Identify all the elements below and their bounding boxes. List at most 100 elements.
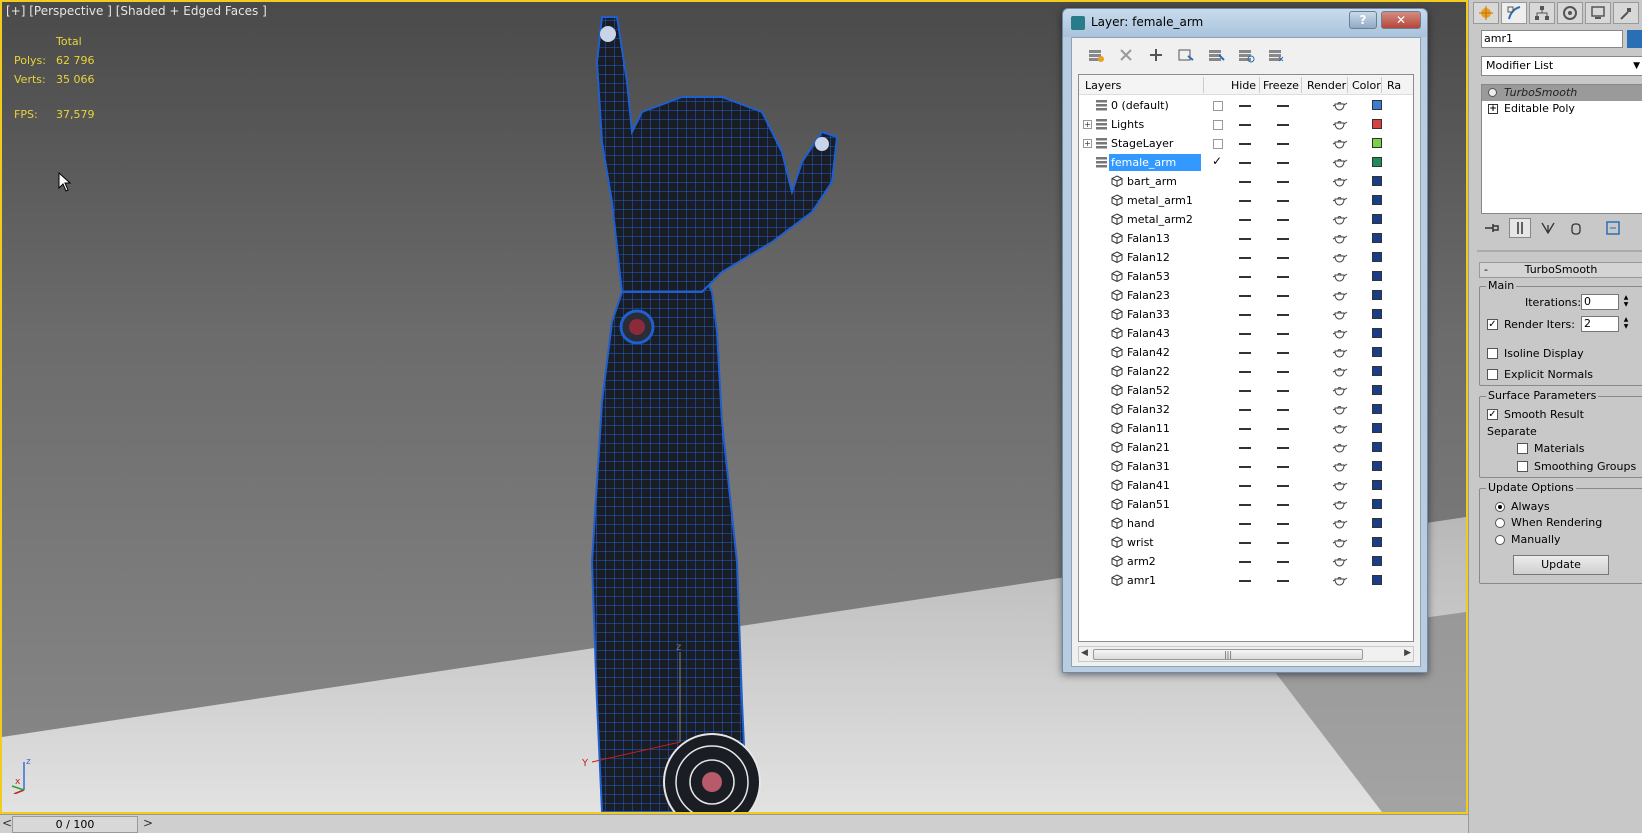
col-render[interactable]: Render <box>1307 79 1346 92</box>
render-teapot-icon[interactable] <box>1332 517 1348 529</box>
render-teapot-icon[interactable] <box>1332 441 1348 453</box>
object-color-swatch[interactable] <box>1627 30 1642 48</box>
object-row[interactable]: Falan43 <box>1079 324 1413 343</box>
object-row[interactable]: Falan31 <box>1079 457 1413 476</box>
dialog-titlebar[interactable]: Layer: female_arm ? ✕ <box>1063 9 1427 37</box>
create-layer-icon[interactable] <box>1084 44 1108 66</box>
add-to-layer-icon[interactable] <box>1144 44 1168 66</box>
hide-toggle-icon[interactable] <box>1239 238 1251 240</box>
light-bulb-icon[interactable] <box>1488 88 1497 97</box>
render-teapot-icon[interactable] <box>1332 156 1348 168</box>
layer-color-swatch[interactable] <box>1372 119 1382 129</box>
render-teapot-icon[interactable] <box>1332 384 1348 396</box>
hide-toggle-icon[interactable] <box>1239 200 1251 202</box>
make-unique-icon[interactable] <box>1537 218 1559 238</box>
update-button[interactable]: Update <box>1513 555 1609 575</box>
row-name[interactable]: Falan32 <box>1125 401 1201 418</box>
expand-plus-icon[interactable]: + <box>1083 139 1092 148</box>
col-layers[interactable]: Layers <box>1085 79 1121 92</box>
render-teapot-icon[interactable] <box>1332 213 1348 225</box>
freeze-toggle-icon[interactable] <box>1277 542 1289 544</box>
iterations-spinner-field[interactable]: 0 <box>1581 294 1619 310</box>
iterations-spinner-arrows[interactable]: ▲ ▼ <box>1621 294 1631 310</box>
utilities-tab-icon[interactable] <box>1613 2 1639 24</box>
hide-toggle-icon[interactable] <box>1239 447 1251 449</box>
freeze-unfreeze-all-icon[interactable] <box>1264 44 1288 66</box>
freeze-toggle-icon[interactable] <box>1277 257 1289 259</box>
row-name[interactable]: metal_arm2 <box>1125 211 1201 228</box>
freeze-toggle-icon[interactable] <box>1277 390 1289 392</box>
col-hide[interactable]: Hide <box>1231 79 1256 92</box>
render-iters-spinner-field[interactable]: 2 <box>1581 316 1619 332</box>
modifier-stack[interactable]: TurboSmooth + Editable Poly <box>1481 84 1642 214</box>
freeze-toggle-icon[interactable] <box>1277 124 1289 126</box>
show-end-result-icon[interactable] <box>1509 218 1531 238</box>
freeze-toggle-icon[interactable] <box>1277 314 1289 316</box>
stack-item-editable-poly[interactable]: + Editable Poly <box>1482 101 1642 117</box>
hide-toggle-icon[interactable] <box>1239 181 1251 183</box>
col-color[interactable]: Color <box>1352 79 1381 92</box>
row-name[interactable]: Falan12 <box>1125 249 1201 266</box>
configure-modifier-sets-icon[interactable] <box>1603 218 1625 238</box>
delete-layer-icon[interactable] <box>1114 44 1138 66</box>
expand-plus-icon[interactable]: + <box>1083 120 1092 129</box>
layer-row[interactable]: + StageLayer <box>1079 134 1413 153</box>
object-row[interactable]: metal_arm2 <box>1079 210 1413 229</box>
explicit-normals-checkbox[interactable]: Explicit Normals <box>1487 368 1593 381</box>
row-name[interactable]: StageLayer <box>1109 135 1201 152</box>
row-name[interactable]: Falan42 <box>1125 344 1201 361</box>
object-row[interactable]: Falan51 <box>1079 495 1413 514</box>
row-name[interactable]: wrist <box>1125 534 1201 551</box>
layer-color-swatch[interactable] <box>1372 480 1382 490</box>
render-teapot-icon[interactable] <box>1332 422 1348 434</box>
col-freeze[interactable]: Freeze <box>1263 79 1299 92</box>
hide-unhide-all-icon[interactable] <box>1234 44 1258 66</box>
render-teapot-icon[interactable] <box>1332 403 1348 415</box>
layer-color-swatch[interactable] <box>1372 575 1382 585</box>
isoline-display-checkbox[interactable]: Isoline Display <box>1487 347 1584 360</box>
frame-counter[interactable]: 0 / 100 <box>12 816 138 833</box>
motion-tab-icon[interactable] <box>1557 2 1583 24</box>
freeze-toggle-icon[interactable] <box>1277 295 1289 297</box>
horizontal-scrollbar[interactable]: ◀ ||| ▶ <box>1078 646 1414 662</box>
render-teapot-icon[interactable] <box>1332 289 1348 301</box>
object-row[interactable]: bart_arm <box>1079 172 1413 191</box>
row-name[interactable]: bart_arm <box>1125 173 1201 190</box>
freeze-toggle-icon[interactable] <box>1277 504 1289 506</box>
layer-color-swatch[interactable] <box>1372 347 1382 357</box>
hide-toggle-icon[interactable] <box>1239 276 1251 278</box>
object-row[interactable]: Falan22 <box>1079 362 1413 381</box>
hide-toggle-icon[interactable] <box>1239 124 1251 126</box>
render-teapot-icon[interactable] <box>1332 194 1348 206</box>
freeze-toggle-icon[interactable] <box>1277 200 1289 202</box>
freeze-toggle-icon[interactable] <box>1277 105 1289 107</box>
hide-toggle-icon[interactable] <box>1239 143 1251 145</box>
row-name[interactable]: hand <box>1125 515 1201 532</box>
freeze-toggle-icon[interactable] <box>1277 580 1289 582</box>
stack-item-turbosmooth[interactable]: TurboSmooth <box>1482 85 1642 101</box>
object-row[interactable]: hand <box>1079 514 1413 533</box>
row-name[interactable]: Lights <box>1109 116 1201 133</box>
hide-toggle-icon[interactable] <box>1239 352 1251 354</box>
scroll-left-icon[interactable]: ◀ <box>1081 648 1088 658</box>
layer-color-swatch[interactable] <box>1372 499 1382 509</box>
render-teapot-icon[interactable] <box>1332 118 1348 130</box>
col-radiosity[interactable]: Ra <box>1387 79 1401 92</box>
freeze-toggle-icon[interactable] <box>1277 238 1289 240</box>
layer-color-swatch[interactable] <box>1372 328 1382 338</box>
modifier-list-dropdown[interactable]: Modifier List ▼ <box>1481 56 1642 76</box>
layer-color-swatch[interactable] <box>1372 176 1382 186</box>
row-name[interactable]: amr1 <box>1125 572 1201 589</box>
layer-color-swatch[interactable] <box>1372 100 1382 110</box>
freeze-toggle-icon[interactable] <box>1277 333 1289 335</box>
layer-color-swatch[interactable] <box>1372 195 1382 205</box>
layer-color-swatch[interactable] <box>1372 290 1382 300</box>
row-name[interactable]: Falan23 <box>1125 287 1201 304</box>
render-teapot-icon[interactable] <box>1332 460 1348 472</box>
viewport-label[interactable]: [+] [Perspective ] [Shaded + Edged Faces… <box>6 4 267 18</box>
object-row[interactable]: arm2 <box>1079 552 1413 571</box>
render-teapot-icon[interactable] <box>1332 251 1348 263</box>
layer-color-swatch[interactable] <box>1372 423 1382 433</box>
object-row[interactable]: Falan42 <box>1079 343 1413 362</box>
row-name[interactable]: Falan53 <box>1125 268 1201 285</box>
